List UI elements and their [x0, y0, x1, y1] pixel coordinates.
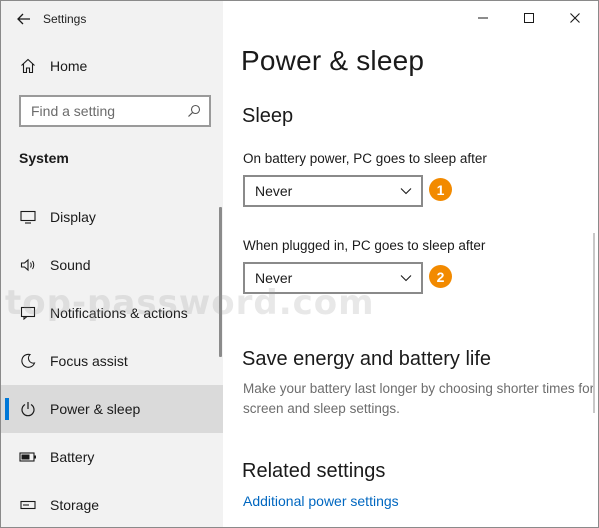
sidebar-item-label: Focus assist	[50, 353, 128, 369]
battery-sleep-dropdown[interactable]: Never	[243, 175, 423, 207]
battery-icon	[19, 448, 37, 466]
title-bar: Settings	[15, 9, 86, 29]
main-scrollbar[interactable]	[593, 233, 595, 413]
app-title: Settings	[43, 12, 87, 26]
notification-icon	[19, 304, 37, 322]
annotation-badge: 1	[429, 178, 452, 201]
power-icon	[19, 400, 37, 418]
chevron-down-icon	[399, 184, 413, 198]
storage-icon	[19, 496, 37, 514]
dropdown-value: Never	[255, 270, 293, 286]
minimize-icon[interactable]	[460, 1, 506, 35]
sidebar-item-label: Display	[50, 209, 96, 225]
nav-home[interactable]: Home	[1, 51, 223, 81]
search-box[interactable]: Find a setting	[19, 95, 211, 127]
sidebar-item-notifications[interactable]: Notifications & actions	[1, 289, 223, 337]
sleep-heading: Sleep	[242, 105, 294, 127]
chevron-down-icon	[399, 271, 413, 285]
sidebar-item-label: Power & sleep	[50, 401, 141, 417]
sidebar-item-label: Sound	[50, 257, 91, 273]
related-settings-heading: Related settings	[242, 460, 386, 482]
sidebar: Settings Home Find a setting System Disp…	[1, 1, 223, 527]
speaker-icon	[19, 256, 37, 274]
battery-sleep-label: On battery power, PC goes to sleep after	[243, 151, 487, 166]
home-label: Home	[50, 58, 88, 74]
save-energy-heading: Save energy and battery life	[242, 348, 492, 370]
sidebar-item-label: Storage	[50, 497, 100, 513]
page-title: Power & sleep	[241, 45, 425, 76]
sidebar-item-battery[interactable]: Battery	[1, 433, 223, 481]
sidebar-item-power-sleep[interactable]: Power & sleep	[1, 385, 223, 433]
additional-power-settings-link[interactable]: Additional power settings	[243, 493, 399, 509]
sidebar-item-label: Notifications & actions	[50, 305, 188, 321]
save-energy-description: Make your battery last longer by choosin…	[243, 381, 595, 416]
sidebar-item-sound[interactable]: Sound	[1, 241, 223, 289]
selection-indicator	[5, 398, 9, 420]
monitor-icon	[19, 208, 37, 226]
moon-icon	[19, 352, 37, 370]
search-input[interactable]: Find a setting	[31, 103, 186, 119]
dropdown-value: Never	[255, 183, 293, 199]
settings-window: Settings Home Find a setting System Disp…	[0, 0, 599, 528]
sidebar-item-display[interactable]: Display	[1, 193, 223, 241]
window-controls	[460, 1, 598, 35]
back-arrow-icon[interactable]	[15, 10, 33, 28]
sidebar-item-focus-assist[interactable]: Focus assist	[1, 337, 223, 385]
search-icon[interactable]	[186, 103, 202, 119]
plugged-sleep-label: When plugged in, PC goes to sleep after	[243, 238, 486, 253]
plugged-sleep-dropdown[interactable]: Never	[243, 262, 423, 294]
section-label-system: System	[19, 150, 69, 166]
close-icon[interactable]	[552, 1, 598, 35]
maximize-icon[interactable]	[506, 1, 552, 35]
home-icon	[19, 57, 37, 75]
sidebar-item-label: Battery	[50, 449, 95, 465]
sidebar-scrollbar[interactable]	[219, 207, 222, 357]
main-content: Power & sleep Sleep On battery power, PC…	[223, 1, 598, 527]
sidebar-item-storage[interactable]: Storage	[1, 481, 223, 527]
annotation-badge: 2	[429, 265, 452, 288]
